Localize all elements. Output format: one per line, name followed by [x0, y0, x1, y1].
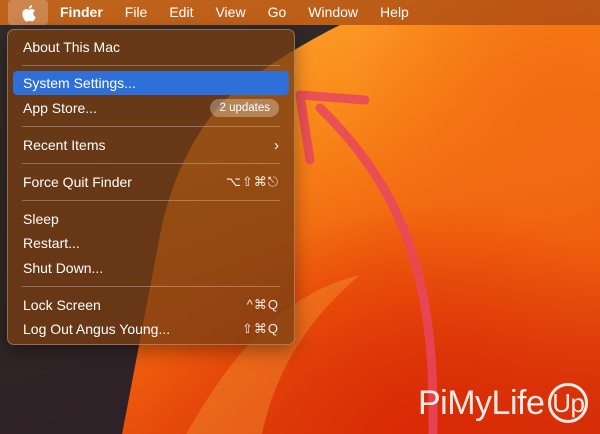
menu-item-about-this-mac[interactable]: About This Mac	[13, 35, 289, 59]
apple-menu-dropdown: About This Mac System Settings... App St…	[7, 29, 295, 345]
watermark-text: PiMyLife	[418, 383, 545, 422]
menu-item-system-settings[interactable]: System Settings...	[13, 71, 289, 95]
menu-item-label: Recent Items	[23, 137, 106, 153]
menubar-view[interactable]: View	[204, 0, 256, 25]
menu-separator	[22, 200, 280, 201]
watermark-logo: PiMyLife Up	[418, 382, 589, 424]
shortcut-label: ⌥⇧⌘⎋	[225, 174, 279, 189]
menu-item-label: About This Mac	[23, 39, 121, 55]
menu-separator	[22, 163, 280, 164]
menu-separator	[22, 126, 280, 127]
menu-item-label: Sleep	[23, 211, 59, 227]
menu-item-label: Lock Screen	[23, 297, 101, 313]
apple-menu-button[interactable]	[8, 0, 48, 25]
menu-item-sleep[interactable]: Sleep	[13, 207, 289, 231]
menu-item-recent-items[interactable]: Recent Items ›	[13, 133, 289, 157]
menubar-window[interactable]: Window	[297, 0, 369, 25]
menu-item-restart[interactable]: Restart...	[13, 231, 289, 255]
menu-separator	[22, 65, 280, 66]
menubar-help[interactable]: Help	[369, 0, 420, 25]
menu-item-log-out[interactable]: Log Out Angus Young... ⇧⌘Q	[13, 317, 289, 341]
updates-badge: 2 updates	[210, 99, 279, 117]
shortcut-label: ⇧⌘Q	[241, 321, 279, 336]
menubar-file[interactable]: File	[114, 0, 159, 25]
menu-item-label: Log Out Angus Young...	[23, 321, 171, 337]
menubar-edit[interactable]: Edit	[158, 0, 204, 25]
watermark-badge: Up	[548, 383, 589, 423]
menu-item-lock-screen[interactable]: Lock Screen ^⌘Q	[13, 293, 289, 317]
menu-item-label: App Store...	[23, 100, 97, 116]
menubar-finder[interactable]: Finder	[48, 0, 114, 25]
menu-item-label: Force Quit Finder	[23, 174, 132, 190]
menu-item-shut-down[interactable]: Shut Down...	[13, 256, 289, 280]
menu-item-label: Restart...	[23, 235, 80, 251]
apple-logo-icon	[21, 4, 36, 22]
menu-item-app-store[interactable]: App Store... 2 updates	[13, 96, 289, 120]
menubar-go[interactable]: Go	[257, 0, 298, 25]
menu-separator	[22, 286, 280, 287]
shortcut-label: ^⌘Q	[246, 297, 279, 312]
chevron-right-icon: ›	[274, 136, 279, 154]
menu-item-force-quit[interactable]: Force Quit Finder ⌥⇧⌘⎋	[13, 170, 289, 194]
menu-item-label: Shut Down...	[23, 260, 104, 276]
menu-item-label: System Settings...	[23, 75, 136, 91]
menu-bar: Finder File Edit View Go Window Help	[0, 0, 600, 25]
